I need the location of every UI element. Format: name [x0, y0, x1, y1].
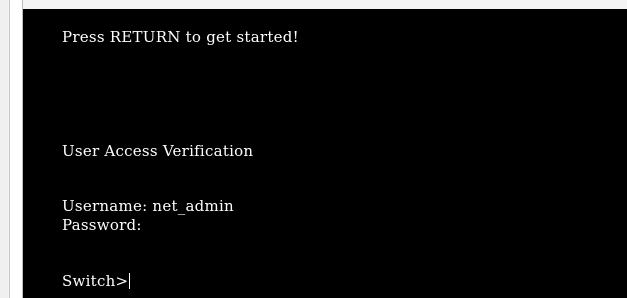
- left-gutter: [0, 0, 8, 298]
- banner-line: Press RETURN to get started!: [62, 28, 299, 46]
- password-line: Password:: [62, 216, 142, 234]
- text-cursor: [129, 273, 131, 289]
- window-frame: Press RETURN to get started! User Access…: [0, 0, 627, 298]
- username-line: Username: net_admin: [62, 197, 234, 215]
- verification-title: User Access Verification: [62, 142, 254, 160]
- left-strip: [10, 0, 22, 298]
- command-prompt-line[interactable]: Switch>: [62, 272, 131, 290]
- terminal-console[interactable]: Press RETURN to get started! User Access…: [23, 9, 627, 298]
- command-prompt: Switch>: [62, 272, 129, 290]
